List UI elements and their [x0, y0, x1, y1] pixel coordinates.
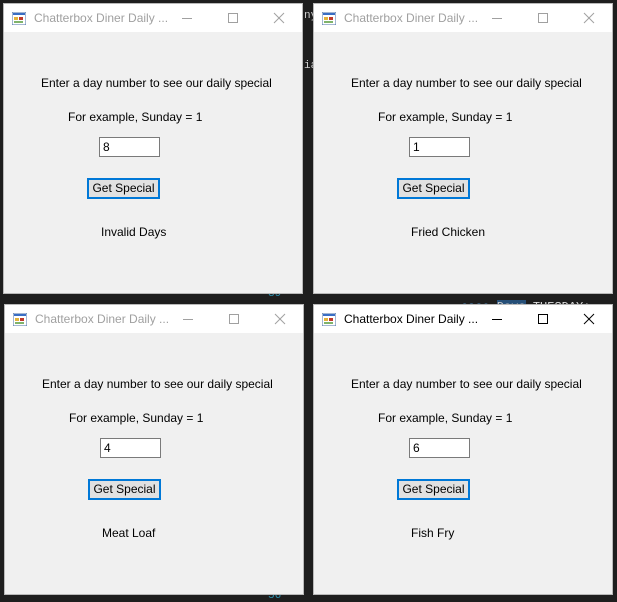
close-button[interactable] — [566, 4, 612, 32]
maximize-button[interactable] — [520, 4, 566, 32]
app-window-4: Chatterbox Diner Daily ... Enter a day n… — [313, 304, 613, 595]
minimize-icon — [492, 319, 502, 320]
example-label: For example, Sunday = 1 — [378, 110, 513, 124]
minimize-button[interactable] — [474, 4, 520, 32]
prompt-label: Enter a day number to see our daily spec… — [351, 76, 582, 90]
example-label: For example, Sunday = 1 — [378, 411, 513, 425]
special-result-label: Fish Fry — [411, 526, 455, 540]
maximize-icon — [228, 13, 238, 23]
app-window-2: Chatterbox Diner Daily ... Enter a day n… — [313, 3, 613, 294]
prompt-label: Enter a day number to see our daily spec… — [42, 377, 273, 391]
prompt-label: Enter a day number to see our daily spec… — [351, 377, 582, 391]
window-titlebar[interactable]: Chatterbox Diner Daily ... — [314, 4, 612, 32]
day-number-input[interactable]: 4 — [100, 438, 161, 458]
window-title: Chatterbox Diner Daily ... — [35, 312, 170, 326]
special-result-label: Meat Loaf — [102, 526, 156, 540]
minimize-icon — [182, 18, 192, 19]
close-button[interactable] — [566, 305, 612, 333]
maximize-icon — [538, 13, 548, 23]
day-number-input[interactable]: 6 — [409, 438, 470, 458]
special-result-label: Fried Chicken — [411, 225, 486, 239]
window-titlebar[interactable]: Chatterbox Diner Daily ... — [4, 4, 302, 32]
window-title: Chatterbox Diner Daily ... — [344, 312, 479, 326]
prompt-label: Enter a day number to see our daily spec… — [41, 76, 272, 90]
special-result-label: Invalid Days — [101, 225, 167, 239]
close-icon — [583, 313, 595, 325]
minimize-button[interactable] — [164, 4, 210, 32]
minimize-icon — [183, 319, 193, 320]
app-window-1: Chatterbox Diner Daily ... Enter a day n… — [3, 3, 303, 294]
window-titlebar[interactable]: Chatterbox Diner Daily ... — [5, 305, 303, 333]
get-special-button[interactable]: Get Special — [397, 479, 470, 500]
get-special-button[interactable]: Get Special — [87, 178, 160, 199]
maximize-button[interactable] — [211, 305, 257, 333]
app-icon — [12, 12, 26, 25]
window-titlebar[interactable]: Chatterbox Diner Daily ... — [314, 305, 612, 333]
get-special-button[interactable]: Get Special — [397, 178, 470, 199]
minimize-button[interactable] — [165, 305, 211, 333]
window-title: Chatterbox Diner Daily ... — [34, 11, 169, 25]
close-button[interactable] — [257, 305, 303, 333]
maximize-button[interactable] — [210, 4, 256, 32]
get-special-button[interactable]: Get Special — [88, 479, 161, 500]
minimize-icon — [492, 18, 502, 19]
example-label: For example, Sunday = 1 — [69, 411, 204, 425]
day-number-input[interactable]: 1 — [409, 137, 470, 157]
minimize-button[interactable] — [474, 305, 520, 333]
app-icon — [322, 12, 336, 25]
close-icon — [274, 313, 286, 325]
close-icon — [583, 12, 595, 24]
close-icon — [273, 12, 285, 24]
maximize-button[interactable] — [520, 305, 566, 333]
window-title: Chatterbox Diner Daily ... — [344, 11, 479, 25]
maximize-icon — [538, 314, 548, 324]
close-button[interactable] — [256, 4, 302, 32]
app-icon — [13, 313, 27, 326]
app-window-3: Chatterbox Diner Daily ... Enter a day n… — [4, 304, 304, 595]
maximize-icon — [229, 314, 239, 324]
day-number-input[interactable]: 8 — [99, 137, 160, 157]
example-label: For example, Sunday = 1 — [68, 110, 203, 124]
app-icon — [322, 313, 336, 326]
